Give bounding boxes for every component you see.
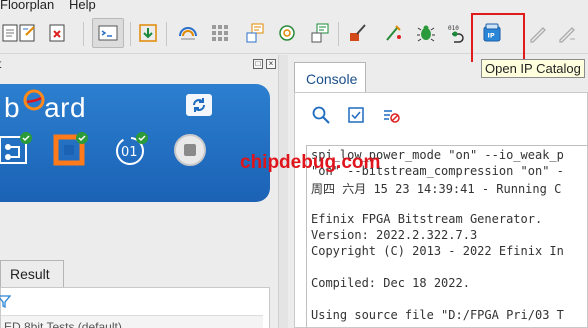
console-line: 周四 六月 15 23 14:39:41 - Running C: [311, 182, 562, 196]
console-line: Compiled: Dec 18 2022.: [311, 276, 470, 290]
program-device-icon[interactable]: [347, 22, 369, 44]
close-panel-icon[interactable]: ×: [266, 59, 276, 69]
left-panel-tabs: Result: [0, 260, 278, 287]
refresh-button[interactable]: [186, 94, 212, 116]
console-line: Copyright (C) 2013 - 2022 Efinix In: [311, 244, 564, 258]
left-panel: t □ × bard: [0, 55, 278, 328]
save-log-icon[interactable]: [346, 105, 366, 125]
console-area: spi_low_power_mode "on" --io_weak_p "on"…: [294, 92, 588, 328]
menu-floorplan[interactable]: Floorplan: [0, 0, 54, 12]
disabled-pen-icon: [527, 22, 549, 44]
toolbar-separator: [130, 22, 131, 46]
ip-connect-icon[interactable]: 010: [446, 22, 468, 44]
float-panel-icon[interactable]: □: [253, 59, 263, 69]
interface-designer-icon[interactable]: [244, 22, 266, 44]
refresh-icon: [193, 98, 205, 112]
place-route-button[interactable]: [52, 131, 90, 169]
left-panel-title: t: [0, 57, 1, 71]
tab-console[interactable]: Console: [294, 62, 366, 92]
tab-result[interactable]: Result: [0, 260, 64, 287]
stop-button[interactable]: [171, 131, 209, 169]
synthesize-button[interactable]: [0, 131, 34, 169]
dashboard-title: b ard: [4, 92, 87, 123]
place-route-icon: [53, 132, 88, 166]
console-line: Version: 2022.2.322.7.3: [311, 228, 478, 242]
debugger-icon[interactable]: [383, 22, 405, 44]
toolbar-separator: [338, 22, 339, 46]
console-line: Efinix FPGA Bitstream Generator.: [311, 212, 543, 226]
toolbar-separator: [83, 22, 84, 46]
svg-text:01: 01: [121, 145, 138, 160]
menu-help[interactable]: Help: [69, 0, 96, 12]
placement-grid-icon[interactable]: [209, 22, 231, 44]
close-file-icon[interactable]: [47, 22, 69, 44]
clear-console-icon[interactable]: [381, 105, 401, 125]
timing-analysis-icon[interactable]: [277, 22, 299, 44]
menu-bar: Floorplan Help: [0, 0, 588, 14]
svg-text:010: 010: [448, 25, 459, 32]
stop-icon: [174, 134, 206, 166]
result-list-item[interactable]: ED 8bit Tests (default): [4, 320, 122, 328]
console-toggle-button[interactable]: [92, 18, 124, 48]
filter-icon[interactable]: [0, 294, 11, 308]
bug-icon[interactable]: [415, 22, 437, 44]
search-icon[interactable]: [311, 105, 331, 125]
report-icon[interactable]: [309, 22, 331, 44]
synthesis-icon[interactable]: [177, 22, 199, 44]
edit-file-icon[interactable]: [17, 22, 39, 44]
ip-catalog-tooltip: Open IP Catalog: [481, 59, 585, 78]
bitstream-button[interactable]: 01: [112, 131, 150, 169]
dashboard-logo-icon: [23, 89, 45, 111]
toolbar-separator: [166, 22, 167, 46]
dashboard-banner: b ard 01: [0, 84, 270, 202]
console-line: Using source file "D:/FPGA Pri/03 T: [311, 308, 564, 322]
console-panel: Console spi_low_power_mode "on" --io_wea…: [294, 62, 588, 328]
left-panel-header: t □ ×: [0, 55, 278, 75]
disabled-edit-icon: [556, 22, 578, 44]
design-check-icon[interactable]: [137, 22, 159, 44]
panel-splitter[interactable]: [278, 55, 288, 328]
bitstream-icon: 01: [116, 132, 148, 165]
synthesize-icon: [0, 132, 32, 164]
watermark: chipdebug.com: [240, 152, 381, 173]
efinity-window: Floorplan Help 010 IP □ × b ard 01 Resul…: [0, 0, 588, 328]
